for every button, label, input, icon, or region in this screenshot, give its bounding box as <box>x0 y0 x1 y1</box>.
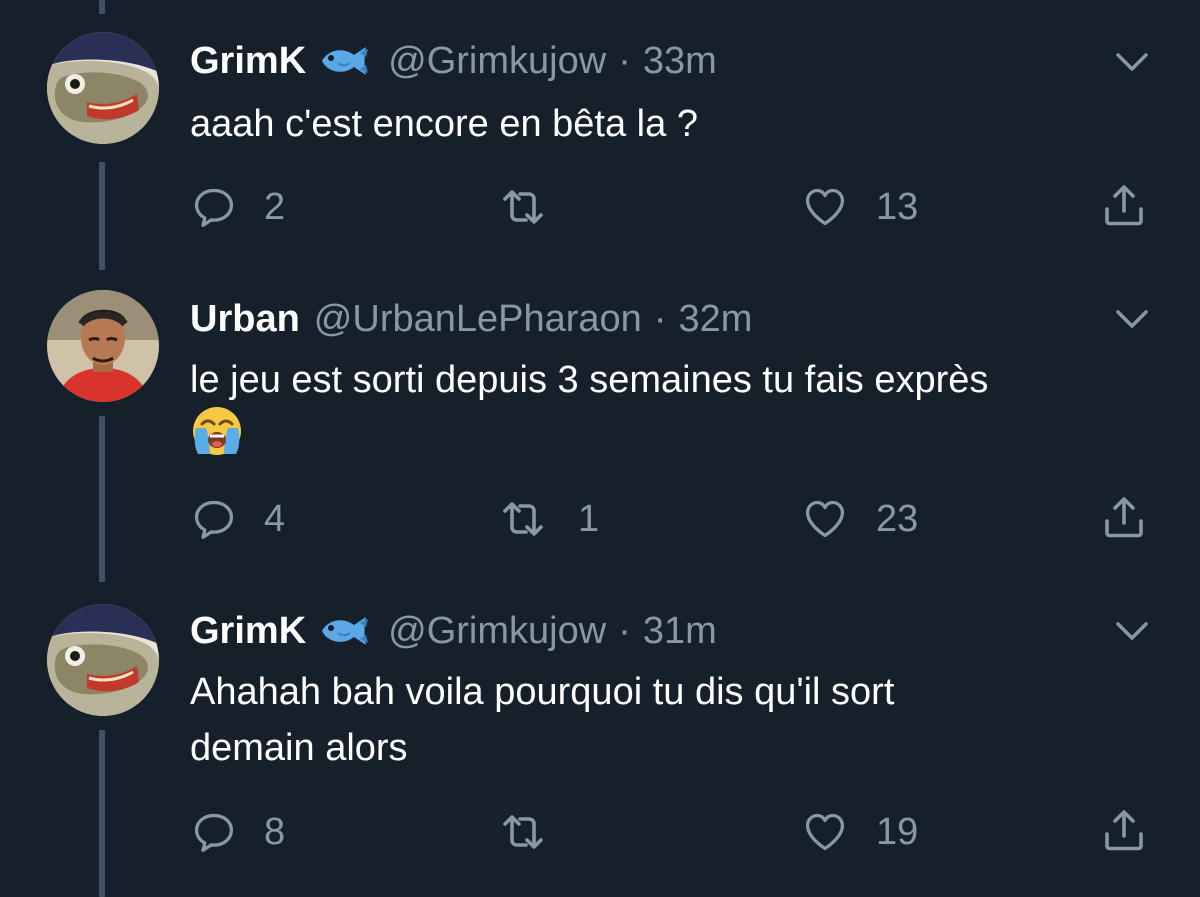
retweet-icon <box>496 808 550 856</box>
reply-count: 2 <box>264 185 286 228</box>
retweet-icon <box>496 495 550 543</box>
tweet-header: Urban @UrbanLePharaon · 32m <box>190 294 752 344</box>
share-button[interactable] <box>1100 492 1148 542</box>
timestamp[interactable]: 33m <box>643 40 717 83</box>
chevron-down-icon[interactable] <box>1112 616 1152 646</box>
like-count: 23 <box>876 497 919 540</box>
share-button[interactable] <box>1100 805 1148 855</box>
tweet-text: Ahahah bah voila pourquoi tu dis qu'il s… <box>190 664 1150 776</box>
reply-button[interactable]: 2 <box>192 182 285 232</box>
reply-icon <box>192 185 236 229</box>
thread-line <box>99 162 105 270</box>
share-icon <box>1100 181 1148 229</box>
share-icon <box>1100 493 1148 541</box>
thread-line <box>99 416 105 582</box>
heart-icon <box>802 185 848 229</box>
reply-button[interactable]: 4 <box>192 494 285 544</box>
like-button[interactable]: 23 <box>802 494 918 544</box>
fish-emoji-icon <box>318 43 374 79</box>
loudly-crying-face-emoji-icon <box>190 404 244 458</box>
retweet-count: 1 <box>578 497 600 540</box>
retweet-button[interactable] <box>496 182 578 232</box>
thread-line <box>99 730 105 897</box>
user-handle[interactable]: @UrbanLePharaon <box>314 298 642 341</box>
avatar[interactable] <box>47 290 159 402</box>
reply-icon <box>192 497 236 541</box>
reply-count: 4 <box>264 497 286 540</box>
timestamp[interactable]: 32m <box>678 298 752 341</box>
retweet-button[interactable]: 1 <box>496 494 599 544</box>
thread-line-top <box>99 0 105 14</box>
like-button[interactable]: 13 <box>802 182 918 232</box>
tweet-text-line: Ahahah bah voila pourquoi tu dis qu'il s… <box>190 671 895 713</box>
share-icon <box>1100 806 1148 854</box>
reply-button[interactable]: 8 <box>192 807 285 857</box>
user-handle[interactable]: @Grimkujow <box>388 610 606 653</box>
tweet[interactable]: GrimK @Grimkujow · 31m Ahahah bah voila … <box>0 582 1200 897</box>
avatar[interactable] <box>47 32 159 144</box>
tweet-text: aaah c'est encore en bêta la ? <box>190 103 698 145</box>
chevron-down-icon[interactable] <box>1112 304 1152 334</box>
tweet-header: GrimK @Grimkujow · 31m <box>190 606 717 656</box>
fish-emoji-icon <box>318 613 374 649</box>
share-button[interactable] <box>1100 180 1148 230</box>
retweet-icon <box>496 183 550 231</box>
tweet-text: le jeu est sorti depuis 3 semaines tu fa… <box>190 359 989 401</box>
retweet-button[interactable] <box>496 807 578 857</box>
separator: · <box>618 39 631 82</box>
heart-icon <box>802 810 848 854</box>
display-name[interactable]: GrimK <box>190 40 306 83</box>
reply-count: 8 <box>264 810 286 853</box>
tweet-text-line: demain alors <box>190 727 408 769</box>
avatar[interactable] <box>47 604 159 716</box>
tweet[interactable]: GrimK @Grimkujow · 33m aaah c'est encore… <box>0 0 1200 270</box>
tweet[interactable]: Urban @UrbanLePharaon · 32m le jeu est s… <box>0 270 1200 582</box>
separator: · <box>618 609 631 652</box>
like-count: 19 <box>876 810 919 853</box>
timestamp[interactable]: 31m <box>643 610 717 653</box>
reply-icon <box>192 810 236 854</box>
display-name[interactable]: Urban <box>190 298 300 341</box>
display-name[interactable]: GrimK <box>190 610 306 653</box>
separator: · <box>653 297 667 340</box>
tweet-header: GrimK @Grimkujow · 33m <box>190 36 717 86</box>
chevron-down-icon[interactable] <box>1112 47 1152 77</box>
heart-icon <box>802 497 848 541</box>
like-button[interactable]: 19 <box>802 807 918 857</box>
like-count: 13 <box>876 185 919 228</box>
user-handle[interactable]: @Grimkujow <box>388 40 606 83</box>
